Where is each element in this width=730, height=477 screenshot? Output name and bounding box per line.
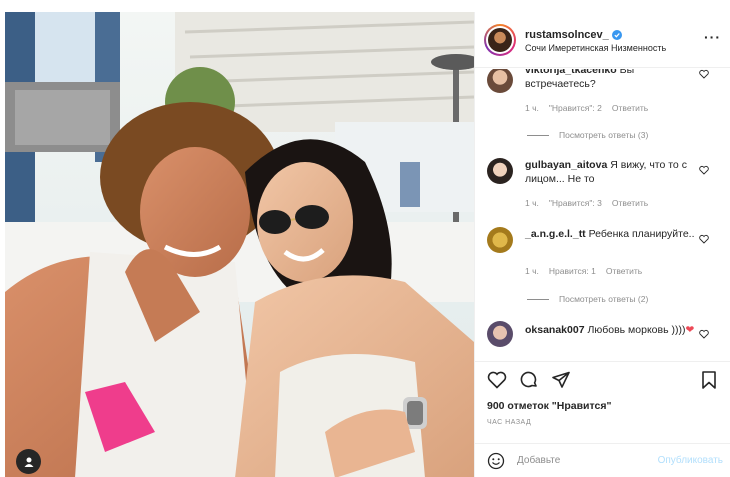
comment-username[interactable]: gulbayan_aitova	[525, 159, 607, 171]
replies-line	[527, 298, 549, 300]
comment-time[interactable]: 1 ч.	[525, 198, 539, 208]
comment-meta: 1 ч. "Нравится": 2 Ответить	[525, 103, 648, 113]
comment-text: viktorija_tkacenko Вы встречаетесь?	[525, 69, 695, 91]
bookmark-icon[interactable]	[701, 371, 717, 389]
commenter-avatar[interactable]	[487, 158, 513, 184]
heart-icon[interactable]	[699, 69, 709, 79]
comment-likes[interactable]: "Нравится": 2	[549, 103, 602, 113]
comment-input[interactable]	[517, 455, 637, 466]
comment-username[interactable]: oksanak007	[525, 324, 585, 336]
comment-time[interactable]: 1 ч.	[525, 266, 539, 276]
like-heart-icon[interactable]	[487, 371, 507, 389]
comment-time[interactable]: 1 ч.	[525, 103, 539, 113]
heart-icon[interactable]	[699, 329, 709, 339]
post-time: ЧАС НАЗАД	[487, 419, 532, 426]
red-heart-icon: ❤	[685, 324, 695, 336]
reply-button[interactable]: Ответить	[612, 103, 648, 113]
heart-icon[interactable]	[699, 234, 709, 244]
view-replies-button[interactable]: Посмотреть ответы (3)	[527, 130, 648, 140]
author-avatar[interactable]	[484, 24, 516, 56]
publish-button[interactable]: Опубликовать	[658, 455, 723, 466]
view-replies-button[interactable]: Посмотреть ответы (2)	[527, 294, 648, 304]
likes-count[interactable]: 900 отметок "Нравится"	[487, 400, 611, 412]
comment-meta: 1 ч. Нравится: 1 Ответить	[525, 266, 642, 276]
post-header: rustamsolncev_ Сочи Имеретинская Низменн…	[475, 12, 730, 68]
verified-badge-icon	[611, 30, 622, 40]
comment-text: gulbayan_aitova Я вижу, что то с лицом..…	[525, 158, 695, 186]
author-username[interactable]: rustamsolncev_	[525, 29, 622, 41]
add-comment-bar: Опубликовать	[475, 443, 730, 477]
reply-button[interactable]: Ответить	[612, 198, 648, 208]
comment-likes[interactable]: Нравится: 1	[549, 266, 596, 276]
comment-bubble-icon[interactable]	[519, 371, 539, 389]
share-plane-icon[interactable]	[551, 371, 571, 389]
comments-list: viktorija_tkacenko Вы встречаетесь? 1 ч.…	[475, 69, 730, 361]
comment-meta: 1 ч. "Нравится": 3 Ответить	[525, 198, 648, 208]
commenter-avatar[interactable]	[487, 227, 513, 253]
more-horizontal-icon[interactable]: ···	[704, 29, 721, 45]
post-photo[interactable]	[5, 12, 474, 477]
view-replies-label[interactable]: Посмотреть ответы (3)	[559, 130, 648, 140]
comment-body: Любовь морковь ))))	[587, 324, 686, 336]
replies-line	[527, 134, 549, 136]
tagged-users-icon[interactable]	[16, 449, 41, 474]
action-icons	[487, 371, 571, 389]
post-actions: 900 отметок "Нравится" ЧАС НАЗАД Опублик…	[475, 361, 730, 477]
commenter-avatar[interactable]	[487, 321, 513, 347]
comment-username[interactable]: viktorija_tkacenko	[525, 69, 617, 76]
reply-button[interactable]: Ответить	[606, 266, 642, 276]
post-side-panel: rustamsolncev_ Сочи Имеретинская Низменн…	[474, 12, 730, 477]
comment-body: Ребенка планируйте..	[588, 228, 695, 240]
author-username-text[interactable]: rustamsolncev_	[525, 29, 609, 41]
comment-text: _a.n.g.e.l._tt Ребенка планируйте..	[525, 227, 695, 241]
instagram-post: rustamsolncev_ Сочи Имеретинская Низменн…	[0, 0, 730, 477]
post-location[interactable]: Сочи Имеретинская Низменность	[525, 43, 666, 53]
comment-likes[interactable]: "Нравится": 3	[549, 198, 602, 208]
comment-username[interactable]: _a.n.g.e.l._tt	[525, 228, 586, 240]
commenter-avatar[interactable]	[487, 69, 513, 93]
heart-icon[interactable]	[699, 165, 709, 175]
view-replies-label[interactable]: Посмотреть ответы (2)	[559, 294, 648, 304]
emoji-smiley-icon[interactable]	[487, 452, 505, 470]
comment-text: oksanak007 Любовь морковь ))))❤	[525, 323, 695, 337]
